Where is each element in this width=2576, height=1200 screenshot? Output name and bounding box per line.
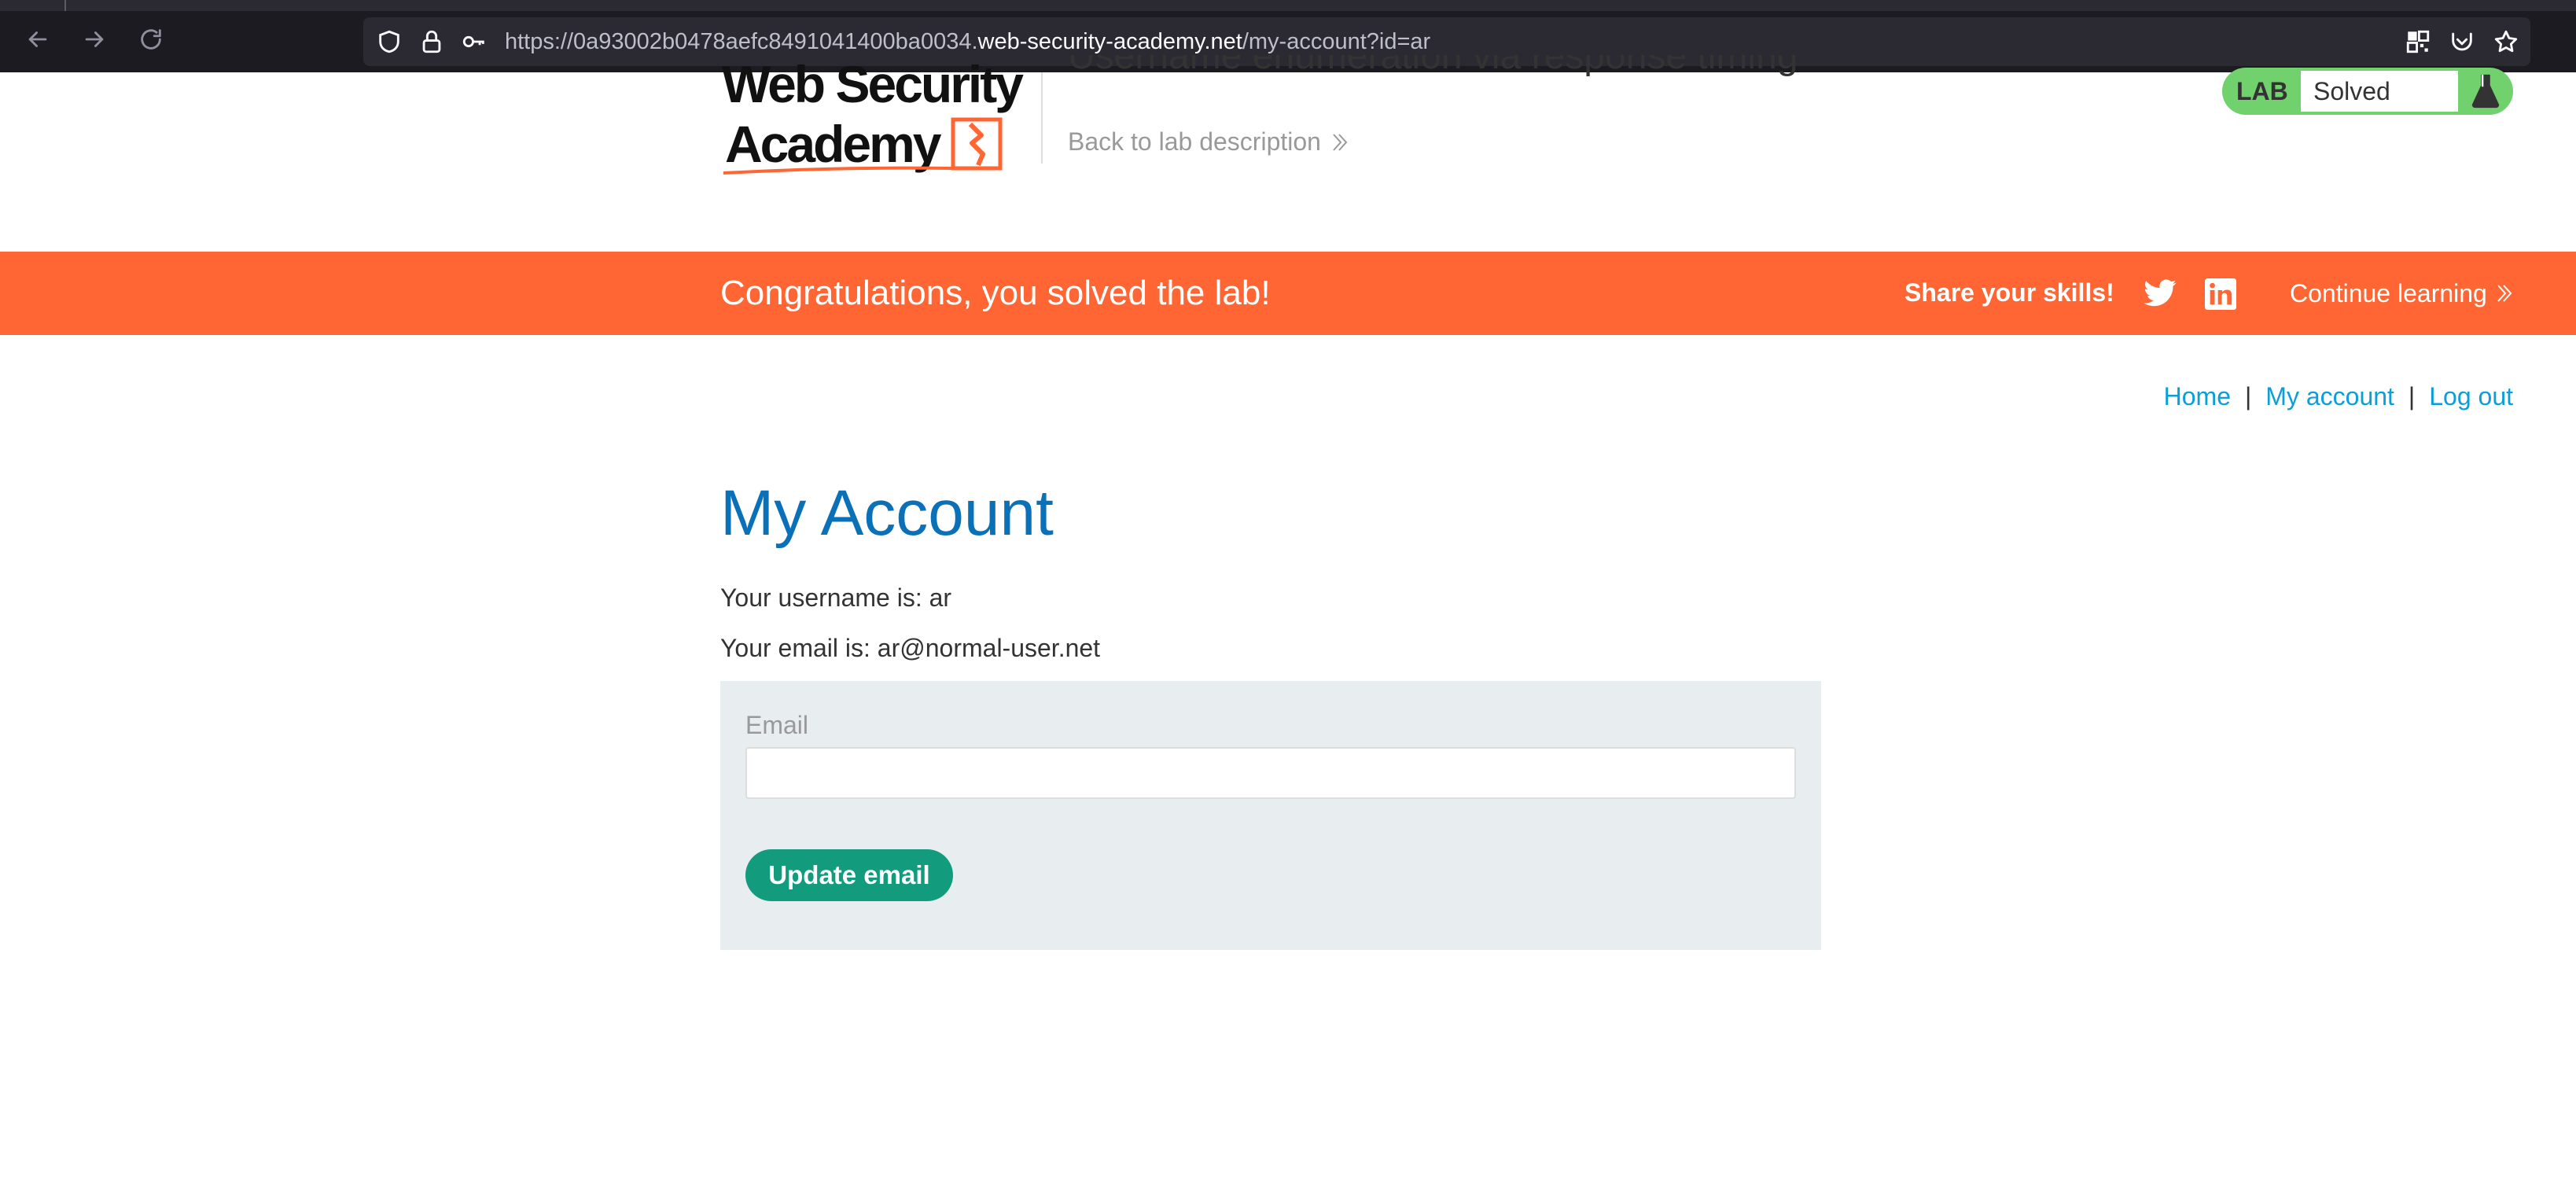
nav-separator: | [2408, 382, 2416, 410]
double-chevron-right-icon [2497, 285, 2512, 302]
update-email-button[interactable]: Update email [745, 849, 953, 901]
shield-icon[interactable] [376, 28, 403, 55]
lock-icon[interactable] [418, 28, 445, 55]
bookmark-star-icon[interactable] [2493, 28, 2519, 55]
save-to-pocket-icon[interactable] [2449, 28, 2475, 55]
account-nav: Home | My account | Log out [2164, 382, 2513, 411]
key-icon[interactable] [461, 28, 488, 55]
lab-badge-label: LAB [2236, 77, 2288, 105]
email-text: Your email is: ar@normal-user.net [720, 634, 1101, 662]
lab-status-badge: LAB Solved [2222, 68, 2513, 115]
flask-icon [2458, 68, 2513, 115]
svg-text:Academy: Academy [725, 115, 942, 173]
update-email-form: Email Update email [720, 681, 1821, 950]
username-text: Your username is: ar [720, 583, 952, 612]
twitter-icon[interactable] [2144, 279, 2177, 309]
url-path: /my-account?id=ar [1242, 29, 1431, 54]
web-security-academy-logo[interactable]: Web Security Academy [720, 61, 1035, 179]
svg-text:Web Security: Web Security [722, 61, 1024, 113]
success-banner: Congratulations, you solved the lab! Sha… [0, 252, 2576, 335]
banner-message: Congratulations, you solved the lab! [720, 274, 1271, 312]
back-to-lab-link[interactable]: Back to lab description [1068, 127, 1349, 156]
back-arrow-icon[interactable] [22, 24, 53, 55]
page-title: My Account [720, 477, 1054, 549]
log-out-link[interactable]: Log out [2429, 382, 2513, 411]
home-link[interactable]: Home [2164, 382, 2231, 411]
url-prefix: https://0a93002b0478aefc8491041400ba0034… [505, 29, 978, 54]
share-skills-label: Share your skills! [1904, 278, 2114, 307]
tab-divider [64, 0, 66, 11]
continue-learning-label: Continue learning [2290, 279, 2487, 307]
continue-learning-link[interactable]: Continue learning [2290, 252, 2514, 335]
tab-strip [0, 0, 2576, 11]
reload-icon[interactable] [135, 24, 167, 55]
lab-status-text: Solved [2301, 71, 2458, 112]
double-chevron-right-icon [1333, 133, 1348, 151]
my-account-link[interactable]: My account [2265, 382, 2394, 411]
forward-arrow-icon[interactable] [79, 24, 110, 55]
email-field-label: Email [745, 711, 809, 739]
back-link-label: Back to lab description [1068, 127, 1321, 156]
lab-title: Username enumeration via response timing [1068, 55, 1798, 87]
lab-title-text: Username enumeration via response timing [1068, 55, 1798, 77]
qr-code-icon[interactable] [2405, 28, 2431, 55]
linkedin-icon[interactable] [2205, 278, 2236, 310]
email-field[interactable] [745, 747, 1796, 799]
url-host: web-security-academy.net [977, 29, 1242, 54]
nav-separator: | [2244, 382, 2252, 410]
header-divider [1041, 72, 1043, 164]
